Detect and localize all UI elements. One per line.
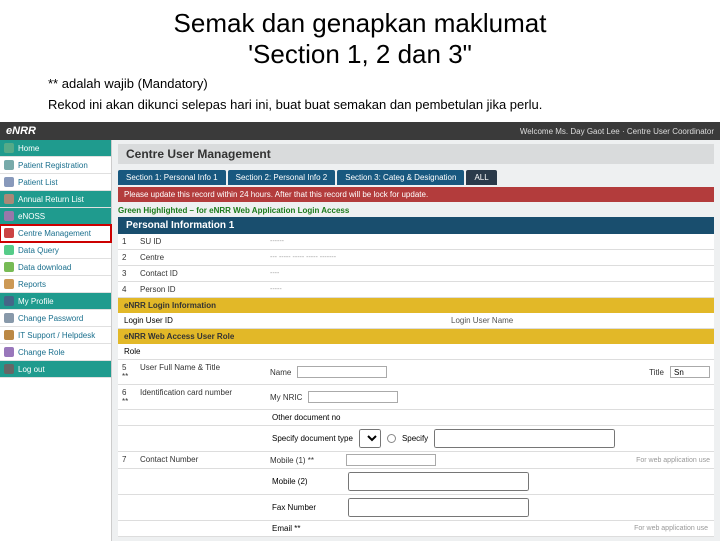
return-icon	[4, 194, 14, 204]
sidebar-item-data-download[interactable]: Data download	[0, 259, 111, 276]
title-input[interactable]	[670, 366, 710, 378]
fax-label: Fax Number	[272, 503, 342, 512]
sidebar-item-patient-registration[interactable]: Patient Registration	[0, 157, 111, 174]
row-su-id: 1 SU ID ------	[118, 234, 714, 250]
sidebar: Home Patient Registration Patient List A…	[0, 140, 112, 541]
role-icon	[4, 347, 14, 357]
enoss-icon	[4, 211, 14, 221]
row-mobile2: Mobile (2)	[118, 469, 714, 495]
row-fax: Fax Number	[118, 495, 714, 521]
sidebar-item-centre-management[interactable]: Centre Management	[0, 225, 111, 242]
sidebar-item-my-profile[interactable]: My Profile	[0, 293, 111, 310]
email-note: For web application use	[634, 525, 708, 532]
sidebar-item-annual-return[interactable]: Annual Return List	[0, 191, 111, 208]
helpdesk-icon	[4, 330, 14, 340]
list-icon	[4, 177, 14, 187]
password-icon	[4, 313, 14, 323]
row-id-card: 6 ** Identification card number My NRIC	[118, 385, 714, 410]
specify-input[interactable]	[434, 429, 615, 448]
home-icon	[4, 143, 14, 153]
row-contact-id: 3 Contact ID ----	[118, 266, 714, 282]
mobile1-label: Mobile (1) **	[270, 456, 340, 465]
sidebar-item-patient-list[interactable]: Patient List	[0, 174, 111, 191]
fax-input[interactable]	[348, 498, 529, 517]
reports-icon	[4, 279, 14, 289]
tab-section-2[interactable]: Section 2: Personal Info 2	[228, 170, 336, 185]
mobile2-label: Mobile (2)	[272, 477, 342, 486]
doc-type-select[interactable]	[359, 429, 381, 448]
row-fullname: 5 ** User Full Name & Title Name Title	[118, 360, 714, 385]
sidebar-item-enoss[interactable]: eNOSS	[0, 208, 111, 225]
row-other-doc: Other document no	[118, 410, 714, 426]
name-input[interactable]	[297, 366, 387, 378]
update-alert: Please update this record within 24 hour…	[118, 187, 714, 202]
row-person-id: 4 Person ID -----	[118, 282, 714, 298]
mobile2-input[interactable]	[348, 472, 529, 491]
row-email: Email ** For web application use	[118, 521, 714, 537]
sidebar-item-home[interactable]: Home	[0, 140, 111, 157]
specify-doc-label: Specify document type	[272, 434, 353, 443]
sidebar-item-change-role[interactable]: Change Role	[0, 344, 111, 361]
row-centre: 2 Centre --- ----- ----- ----- -------	[118, 250, 714, 266]
sidebar-item-reports[interactable]: Reports	[0, 276, 111, 293]
specify-radio[interactable]	[387, 434, 396, 443]
login-info-band: eNRR Login Information	[118, 298, 714, 313]
section-tabs: Section 1: Personal Info 1 Section 2: Pe…	[118, 170, 714, 185]
row-login-user-id: Login User ID Login User Name	[118, 313, 714, 329]
mobile1-note: For web application use	[636, 457, 710, 464]
title-label: Title	[649, 368, 664, 377]
row-specify-doc: Specify document type Specify	[118, 426, 714, 452]
row-role: Role	[118, 344, 714, 360]
slide-subtitle-1: ** adalah wajib (Mandatory)	[48, 76, 680, 91]
email-label: Email **	[272, 524, 342, 533]
section-header: Personal Information 1	[118, 217, 714, 234]
other-doc-label: Other document no	[272, 413, 340, 422]
mobile1-input[interactable]	[346, 454, 436, 466]
tab-section-1[interactable]: Section 1: Personal Info 1	[118, 170, 226, 185]
specify-label: Specify	[402, 434, 428, 443]
profile-icon	[4, 296, 14, 306]
sidebar-item-logout[interactable]: Log out	[0, 361, 111, 378]
row-contact-number: 7 Contact Number Mobile (1) ** For web a…	[118, 452, 714, 469]
query-icon	[4, 245, 14, 255]
sidebar-item-change-password[interactable]: Change Password	[0, 310, 111, 327]
nric-label: My NRIC	[270, 393, 302, 402]
topbar: eNRR Welcome Ms. Day Gaot Lee · Centre U…	[0, 122, 720, 140]
page-title: Centre User Management	[118, 144, 714, 164]
slide-subtitle-2: Rekod ini akan dikunci selepas hari ini,…	[48, 97, 680, 112]
download-icon	[4, 262, 14, 272]
content-area: Centre User Management Section 1: Person…	[112, 140, 720, 541]
management-icon	[4, 228, 14, 238]
highlight-note: Green Highlighted – for eNRR Web Applica…	[118, 206, 714, 215]
sidebar-item-helpdesk[interactable]: IT Support / Helpdesk	[0, 327, 111, 344]
name-label: Name	[270, 368, 291, 377]
tab-all[interactable]: ALL	[466, 170, 496, 185]
welcome-text: Welcome Ms. Day Gaot Lee · Centre User C…	[520, 127, 714, 136]
app-logo: eNRR	[6, 125, 36, 137]
sidebar-item-data-query[interactable]: Data Query	[0, 242, 111, 259]
nric-input[interactable]	[308, 391, 398, 403]
tab-section-3[interactable]: Section 3: Categ & Designation	[337, 170, 464, 185]
slide-title: Semak dan genapkan maklumat 'Section 1, …	[40, 8, 680, 70]
logout-icon	[4, 364, 14, 374]
registration-icon	[4, 160, 14, 170]
role-band: eNRR Web Access User Role	[118, 329, 714, 344]
